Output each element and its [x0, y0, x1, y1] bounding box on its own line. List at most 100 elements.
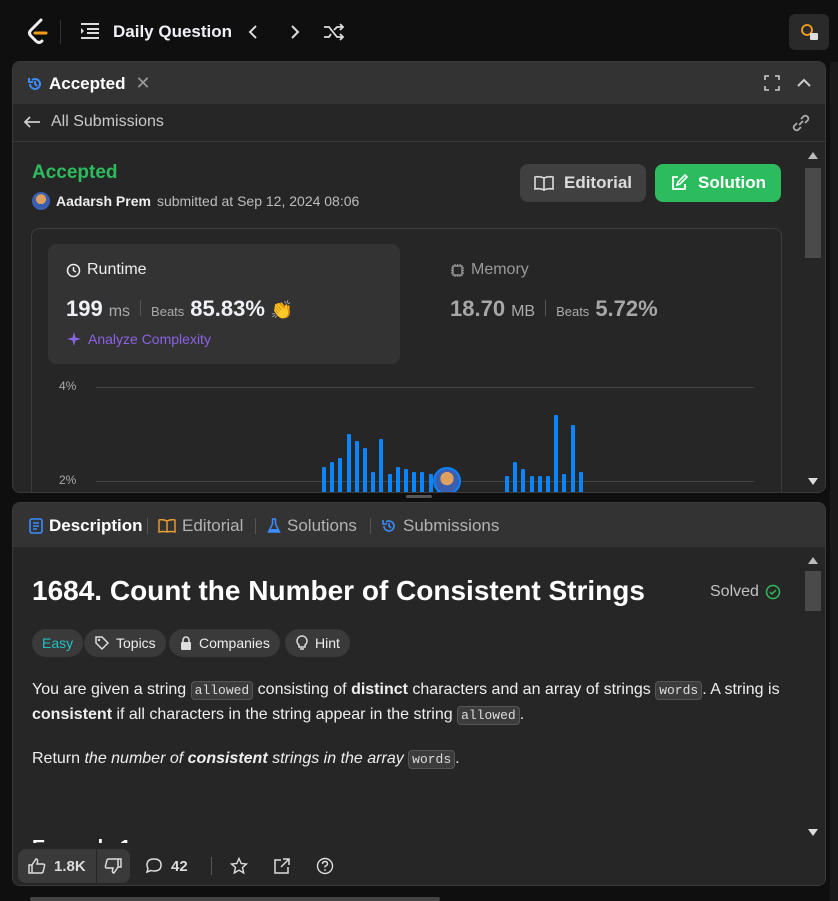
panel-resize-handle[interactable]: [406, 495, 432, 498]
history-icon: [382, 520, 395, 532]
tab-editorial[interactable]: Editorial: [158, 516, 243, 536]
help-button[interactable]: [316, 857, 334, 875]
leetcode-logo-icon[interactable]: [26, 18, 50, 46]
maximize-icon[interactable]: [763, 74, 781, 97]
tab-submissions[interactable]: Submissions: [381, 516, 499, 536]
tab-accepted[interactable]: Accepted ✕: [27, 73, 151, 94]
gridline: [96, 481, 754, 482]
comments-button[interactable]: 42: [145, 857, 188, 875]
analyze-complexity-label: Analyze Complexity: [88, 331, 211, 347]
submitter-name[interactable]: Aadarsh Prem: [56, 193, 151, 209]
page-title[interactable]: Daily Question: [113, 22, 232, 42]
problem-list-icon[interactable]: [80, 22, 100, 45]
scroll-up-arrow-icon[interactable]: [808, 557, 818, 564]
top-bar: Daily Question: [0, 0, 838, 62]
chart-bar[interactable]: [354, 441, 359, 492]
memory-beats-label: Beats: [556, 304, 590, 319]
chart-bar[interactable]: [363, 448, 367, 492]
thumbs-up-icon: [28, 858, 46, 874]
divider: [60, 20, 61, 44]
chart-bar[interactable]: [346, 434, 351, 492]
companies-chip[interactable]: Companies: [169, 629, 280, 657]
all-submissions-link[interactable]: All Submissions: [23, 113, 164, 131]
solution-button-label: Solution: [698, 173, 766, 192]
memory-unit: MB: [511, 303, 536, 320]
chart-bar[interactable]: [387, 473, 392, 492]
document-icon: [29, 518, 43, 534]
chart-bar[interactable]: [562, 473, 567, 492]
chart-bar[interactable]: [546, 476, 550, 492]
chart-bar[interactable]: [570, 424, 575, 492]
memory-card[interactable]: Memory 18.70 MB Beats 5.72%: [432, 244, 752, 364]
solution-button[interactable]: Solution: [655, 164, 781, 202]
close-icon[interactable]: ✕: [136, 73, 151, 94]
scroll-down-arrow-icon[interactable]: [808, 829, 818, 836]
tab-solutions[interactable]: Solutions: [267, 516, 357, 536]
lightbulb-icon: [296, 635, 308, 650]
companies-label: Companies: [199, 635, 270, 651]
comment-icon: [145, 858, 162, 874]
chart-bar[interactable]: [371, 471, 376, 492]
tab-description-label: Description: [49, 516, 143, 535]
tab-description[interactable]: Description: [29, 516, 143, 536]
shuffle-icon[interactable]: [322, 20, 346, 44]
topics-chip[interactable]: Topics: [84, 629, 166, 657]
runtime-title-label: Runtime: [87, 261, 147, 278]
chart-bar[interactable]: [338, 457, 343, 492]
debug-lock-button[interactable]: [789, 14, 829, 50]
scrollbar-thumb[interactable]: [805, 168, 821, 258]
runtime-beats-label: Beats: [151, 304, 185, 319]
description-scrollbar[interactable]: [802, 547, 824, 843]
avatar[interactable]: [32, 192, 50, 210]
submission-panel: Accepted ✕ All Submissions Accepted Aada…: [12, 61, 826, 493]
editorial-button[interactable]: Editorial: [520, 164, 646, 202]
chart-bar[interactable]: [330, 462, 335, 492]
chart-bar[interactable]: [404, 469, 408, 492]
submission-scrollbar[interactable]: [802, 142, 824, 492]
my-submission-marker[interactable]: [433, 467, 461, 492]
chip-icon: [451, 263, 464, 277]
chart-bar[interactable]: [322, 466, 326, 492]
hint-chip[interactable]: Hint: [285, 629, 350, 657]
edit-icon: [672, 174, 688, 190]
chevron-left-icon[interactable]: [241, 20, 265, 44]
chevron-up-icon[interactable]: [795, 74, 813, 97]
submitted-time: submitted at Sep 12, 2024 08:06: [156, 193, 360, 209]
flask-icon: [267, 518, 281, 533]
lock-icon: [181, 636, 191, 650]
scrollbar-thumb[interactable]: [805, 571, 821, 611]
chart-bar[interactable]: [420, 471, 425, 492]
divider: [545, 300, 547, 316]
runtime-metric: 199 ms Beats 85.83% 👏: [66, 296, 293, 322]
chart-bar[interactable]: [395, 466, 400, 492]
favorite-button[interactable]: [230, 857, 248, 875]
book-icon: [158, 519, 176, 533]
share-button[interactable]: [273, 857, 291, 875]
problem-title[interactable]: 1684. Count the Number of Consistent Str…: [32, 575, 645, 607]
divider: [255, 518, 256, 534]
chart-bar[interactable]: [379, 438, 384, 492]
chart-bar[interactable]: [428, 473, 433, 492]
chart-bar[interactable]: [554, 415, 559, 492]
chart-bar[interactable]: [521, 469, 526, 492]
history-icon: [28, 77, 41, 90]
chart-bar[interactable]: [529, 476, 534, 492]
chevron-right-icon[interactable]: [283, 20, 307, 44]
runtime-card[interactable]: Runtime 199 ms Beats 85.83% 👏 Analyze Co…: [48, 244, 400, 364]
scroll-up-arrow-icon[interactable]: [808, 152, 818, 159]
chart-bar[interactable]: [537, 476, 542, 492]
chart-bar[interactable]: [513, 462, 518, 492]
horizontal-scrollbar[interactable]: [30, 897, 440, 901]
like-button[interactable]: 1.8K: [18, 849, 97, 883]
tab-accepted-label: Accepted: [49, 73, 126, 93]
book-open-icon: [534, 175, 554, 191]
chart-bar[interactable]: [578, 471, 583, 492]
chart-bar[interactable]: [505, 476, 509, 492]
analyze-complexity-link[interactable]: Analyze Complexity: [66, 331, 211, 347]
tab-submissions-label: Submissions: [403, 516, 500, 535]
runtime-distribution-chart: 4% 2%: [32, 369, 783, 492]
scroll-down-arrow-icon[interactable]: [808, 478, 818, 485]
chart-bar[interactable]: [412, 471, 417, 492]
link-icon[interactable]: [791, 114, 811, 137]
dislike-button[interactable]: [97, 849, 130, 883]
